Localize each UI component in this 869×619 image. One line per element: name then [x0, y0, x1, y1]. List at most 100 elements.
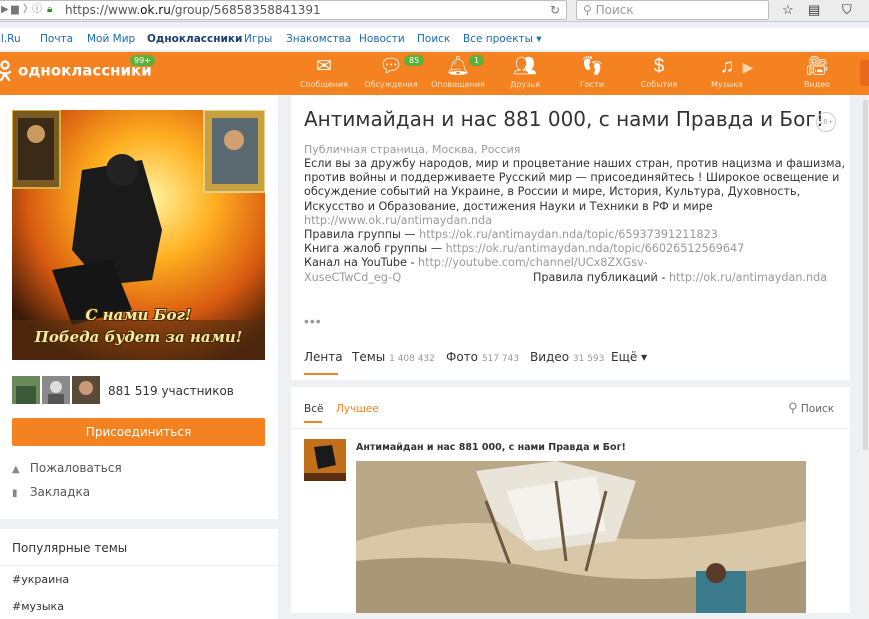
logo-badge: 99+	[130, 55, 155, 66]
nav-video[interactable]: 🎥︎ Видео	[786, 56, 848, 89]
portal-link-search[interactable]: Поиск	[417, 33, 450, 45]
pub-rules-label: Правила публикаций -	[533, 270, 669, 284]
pub-rules-link[interactable]: http://ok.ru/antimaydan.nda	[669, 271, 827, 284]
cover-caption-1: С нами Бог!	[85, 306, 192, 324]
ok-logo[interactable]: одноклассники	[0, 60, 152, 82]
tab-photos[interactable]: Фото 517 743	[446, 350, 519, 364]
members-count[interactable]: 881 519 участников	[108, 384, 234, 398]
nav-guests[interactable]: 👣︎ Гости	[561, 56, 623, 89]
feed-tab-all[interactable]: Всё	[304, 403, 323, 415]
youtube-link[interactable]: http://youtube.com/channel/UCx8ZXGsv-	[418, 256, 647, 269]
reading-list-icon[interactable]: ▤	[808, 2, 820, 18]
avatar[interactable]	[12, 376, 40, 404]
tab-feed[interactable]: Лента	[304, 350, 343, 364]
avatar[interactable]	[72, 376, 100, 404]
search-icon: ⚲	[583, 3, 592, 17]
search-placeholder: Поиск	[595, 3, 634, 17]
nav-label: События	[640, 80, 678, 89]
portal-link-myworld[interactable]: Мой Мир	[87, 33, 135, 45]
feed-card: Всё Лучшее ⚲ Поиск Антимайдан и нас 881 …	[291, 387, 850, 613]
nav-label: Сообщения	[299, 80, 348, 89]
nav-label: Гости	[579, 80, 605, 89]
feed-search-label: Поиск	[800, 403, 835, 415]
star-icon[interactable]: ☆	[782, 2, 794, 18]
browser-search-input[interactable]: ⚲ Поиск	[576, 0, 769, 20]
bookmark-label: Закладка	[29, 485, 91, 499]
popular-topics: Популярные темы #украина #музыка	[0, 529, 278, 619]
ok-logo-icon	[0, 60, 12, 82]
join-button[interactable]: Присоединиться	[12, 418, 265, 446]
active-tab-indicator	[304, 373, 338, 375]
age-restriction-badge: 18+	[816, 112, 836, 132]
tab-more[interactable]: Ещё ▾	[611, 350, 647, 364]
info-icon[interactable]: ⓘ	[32, 1, 42, 19]
reload-icon[interactable]: ↻	[550, 1, 560, 19]
post-author-avatar[interactable]	[304, 439, 346, 481]
group-subtitle: Публичная страница, Москва, Россия	[304, 143, 521, 156]
feed-active-indicator	[304, 421, 322, 423]
group-title: Антимайдан и нас 881 000, с нами Правда …	[304, 107, 824, 131]
divider	[291, 428, 850, 429]
nav-label: Оповещения	[431, 80, 485, 89]
play-icon: ▶	[742, 59, 754, 75]
bookmark-icon: ▮	[12, 488, 18, 499]
nav-label: Видео	[803, 80, 831, 89]
description-line: обсуждение событий на Украине, в России …	[304, 185, 801, 199]
header-right-tab[interactable]	[860, 60, 869, 86]
nav-messages[interactable]: ✉ Сообщения	[293, 56, 355, 89]
complain-link[interactable]: ▲ Пожаловаться	[12, 461, 122, 475]
complain-label: Пожаловаться	[29, 461, 122, 475]
topics-title: Популярные темы	[12, 541, 128, 555]
site-header: одноклассники 99+ ✉ Сообщения 💬︎ 85 Обсу…	[0, 52, 869, 95]
complaints-link[interactable]: https://ok.ru/antimaydan.nda/topic/66026…	[446, 242, 745, 255]
site-link[interactable]: http://www.ok.ru/antimaydan.nda	[304, 214, 844, 228]
address-bar[interactable]: ▶ ▆ 〉 ⓘ 🔒︎ https://www.ok.ru/group/56858…	[0, 0, 567, 20]
nav-label: Друзья	[510, 80, 540, 89]
post-author-name[interactable]: Антимайдан и нас 881 000, с нами Правда …	[356, 442, 626, 453]
portal-link-ok[interactable]: Одноклассники	[147, 33, 242, 45]
description-line: Искусство и Образование, достижения Наук…	[304, 199, 713, 213]
scrollbar-thumb[interactable]	[863, 100, 868, 450]
feed-search-button[interactable]: ⚲ Поиск	[788, 401, 834, 416]
nav-friends[interactable]: 👥︎ Друзья	[494, 56, 556, 89]
lock-icon: 🔒︎	[47, 4, 53, 15]
rules-label: Правила группы —	[304, 228, 420, 242]
portal-link-all-projects[interactable]: Все проекты ▾	[463, 33, 542, 45]
portal-link-games[interactable]: Игры	[244, 33, 272, 45]
youtube-link-cont[interactable]: XuseCTwCd_eg-Q	[304, 271, 401, 284]
bookmark-link[interactable]: ▮ Закладка	[12, 485, 90, 499]
nav-notifications[interactable]: 🔔︎ 1 Оповещения	[427, 55, 489, 89]
nav-label: Музыка	[711, 80, 743, 89]
more-dots-button[interactable]: •••	[304, 313, 322, 329]
portal-link-news[interactable]: Новости	[359, 33, 405, 45]
portal-link-dating[interactable]: Знакомства	[286, 33, 351, 45]
video-icon: 🎥︎	[804, 56, 830, 77]
avatar[interactable]	[42, 376, 70, 404]
browser-toolbar: ▶ ▆ 〉 ⓘ 🔒︎ https://www.ok.ru/group/56858…	[0, 0, 869, 22]
pocket-icon[interactable]: ⛉	[842, 2, 852, 18]
tab-topics[interactable]: Темы 1 408 432	[352, 350, 435, 364]
nav-events[interactable]: $ События	[628, 56, 690, 89]
back-icon[interactable]: ▶	[1, 1, 9, 19]
topic-link[interactable]: #музыка	[12, 600, 64, 613]
cover-caption-2: Победа будет за нами!	[34, 328, 243, 346]
page-icon: ▆	[11, 4, 19, 15]
tab-videos[interactable]: Видео 31 593	[530, 350, 604, 364]
post-photo[interactable]	[356, 461, 806, 613]
url-text: https://www.ok.ru/group/56858358841391	[65, 3, 321, 17]
warning-icon: ▲	[12, 464, 20, 475]
portal-link-mail[interactable]: Почта	[40, 33, 73, 45]
events-icon: $	[653, 56, 665, 77]
nav-discussions[interactable]: 💬︎ 85 Обсуждения	[360, 55, 425, 89]
discussions-badge: 85	[404, 55, 425, 66]
search-icon: ⚲	[788, 401, 798, 416]
rules-link[interactable]: https://ok.ru/antimaydan.nda/topic/65937…	[419, 228, 718, 241]
play-button[interactable]: ▶	[733, 56, 763, 78]
nav-label: Обсуждения	[364, 80, 418, 89]
topic-link[interactable]: #украина	[12, 573, 69, 586]
feed-tab-best[interactable]: Лучшее	[336, 403, 379, 415]
portal-bar: il.Ru Почта Мой Мир Одноклассники Игры З…	[0, 28, 869, 50]
notifications-badge: 1	[469, 55, 485, 66]
group-cover-image[interactable]: С нами Бог! Победа будет за нами!	[12, 110, 265, 360]
portal-link-mailru[interactable]: il.Ru	[0, 33, 21, 45]
